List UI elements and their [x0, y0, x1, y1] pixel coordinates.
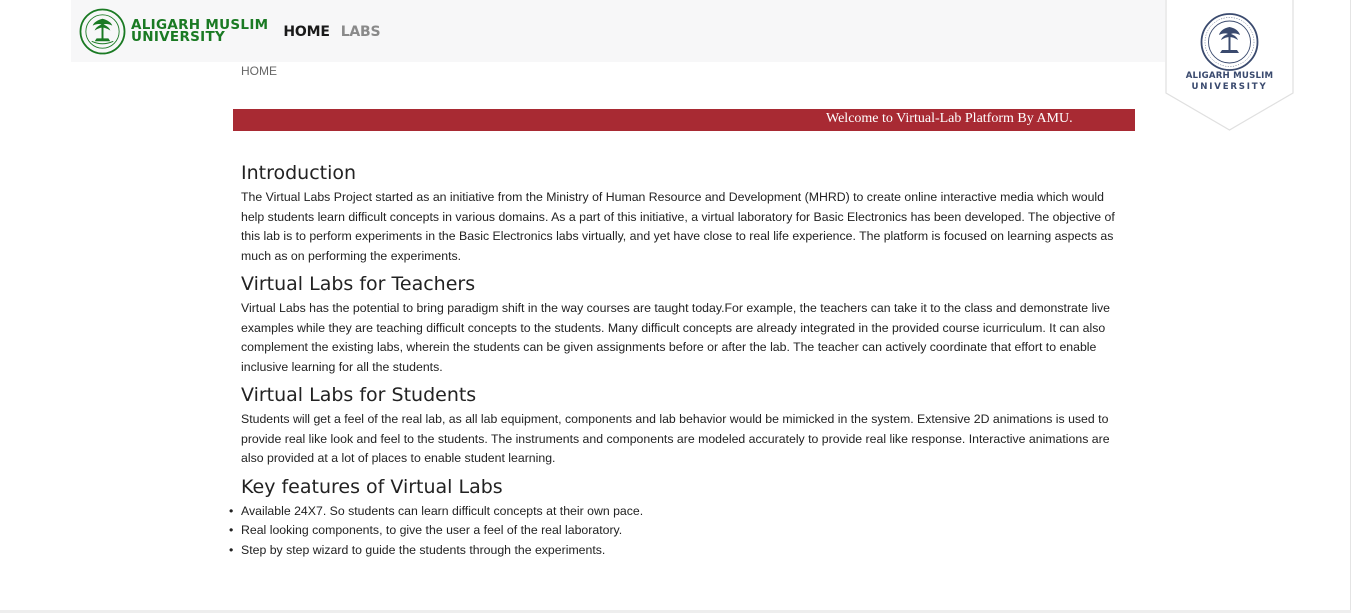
shield-line-2: UNIVERSITY: [1191, 82, 1268, 92]
page: ALIGARH MUSLIM UNIVERSITY HOME LABS ALIG…: [0, 0, 1351, 613]
section-title: Key features of Virtual Labs: [241, 475, 503, 498]
shield-line-1: ALIGARH MUSLIM: [1185, 71, 1274, 81]
section-title: Virtual Labs for Teachers: [241, 273, 476, 295]
brand-name: ALIGARH MUSLIM UNIVERSITY: [131, 18, 268, 44]
brand-logo-link[interactable]: ALIGARH MUSLIM UNIVERSITY: [79, 8, 268, 55]
nav-link-home[interactable]: HOME: [283, 24, 330, 40]
features-list: Available 24X7. So students can learn di…: [229, 502, 1126, 561]
nav-links: HOME LABS: [283, 24, 391, 40]
university-shield-logo: ALIGARH MUSLIM UNIVERSITY: [1164, 0, 1295, 131]
section-body: Students will get a feel of the real lab…: [241, 412, 1110, 465]
main-content: Introduction The Virtual Labs Project st…: [229, 160, 1126, 565]
section-body: Virtual Labs has the potential to bring …: [241, 301, 1111, 374]
section-title: Virtual Labs for Students: [241, 384, 477, 406]
welcome-marquee-text: Welcome to Virtual-Lab Platform By AMU.: [826, 111, 1073, 126]
breadcrumb[interactable]: HOME: [241, 64, 277, 78]
list-item: Step by step wizard to guide the student…: [229, 541, 1126, 561]
university-seal-icon: [79, 8, 126, 54]
top-navbar: ALIGARH MUSLIM UNIVERSITY HOME LABS: [71, 0, 1165, 62]
section-title: Introduction: [241, 162, 357, 184]
section-body: The Virtual Labs Project started as an i…: [241, 190, 1115, 263]
list-item: Real looking components, to give the use…: [229, 521, 1126, 541]
shield-badge-icon: [1165, 0, 1294, 131]
section-students: Virtual Labs for Students Students will …: [241, 382, 1126, 469]
welcome-banner: Welcome to Virtual-Lab Platform By AMU.: [233, 109, 1135, 131]
nav-link-labs[interactable]: LABS: [341, 24, 381, 40]
section-key-features: Key features of Virtual Labs Available 2…: [229, 474, 1126, 561]
section-teachers: Virtual Labs for Teachers Virtual Labs h…: [241, 271, 1126, 377]
list-item: Available 24X7. So students can learn di…: [229, 502, 1126, 522]
section-introduction: Introduction The Virtual Labs Project st…: [241, 160, 1126, 266]
